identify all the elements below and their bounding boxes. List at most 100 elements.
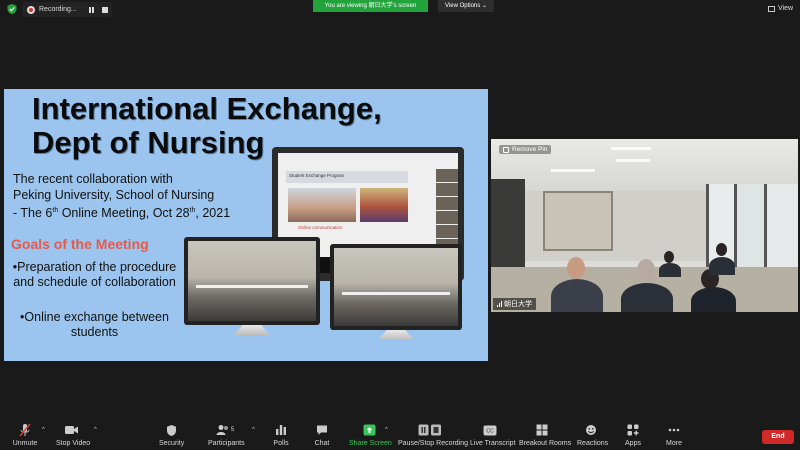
participants-icon: 5 bbox=[208, 423, 242, 437]
participant-head bbox=[567, 257, 585, 279]
meeting-room-photo-right bbox=[334, 248, 458, 326]
signal-bars-icon bbox=[497, 301, 502, 307]
monitor-stand bbox=[378, 330, 414, 340]
participant-name-tag: 朝日大学 bbox=[493, 298, 536, 310]
share-screen-label: Share Screen bbox=[349, 440, 392, 447]
security-label: Security bbox=[159, 440, 185, 447]
goals-heading: Goals of the Meeting bbox=[11, 236, 149, 252]
stop-recording-icon[interactable] bbox=[101, 6, 108, 13]
recording-indicator: Recording... bbox=[22, 2, 112, 17]
participants-label: Participants bbox=[208, 440, 245, 447]
group-photo-2 bbox=[360, 188, 408, 222]
share-screen-icon bbox=[349, 423, 389, 437]
goal-bullet-1: •Preparation of the procedure and schedu… bbox=[12, 260, 177, 289]
breakout-rooms-label: Breakout Rooms bbox=[519, 440, 572, 447]
sub-pre: - The 6 bbox=[13, 206, 53, 221]
view-button-label: View bbox=[778, 5, 794, 12]
remove-pin-button[interactable]: Remove Pin bbox=[499, 145, 552, 154]
participants-button[interactable]: 5 Participants bbox=[208, 423, 245, 447]
pause-stop-icon bbox=[398, 423, 462, 437]
ceiling-light bbox=[616, 159, 650, 162]
participant-head bbox=[716, 243, 727, 256]
more-label: More bbox=[666, 440, 682, 447]
goal-bullet-2: •Online exchange between students bbox=[20, 310, 169, 339]
shared-screen-slide: International Exchange, Dept of Nursing … bbox=[4, 89, 488, 361]
live-transcript-label: Live Transcript bbox=[470, 440, 516, 447]
shield-icon[interactable] bbox=[6, 3, 18, 15]
participant-person bbox=[551, 279, 603, 312]
video-camera-icon bbox=[56, 423, 88, 437]
participant-person bbox=[709, 257, 735, 275]
pause-stop-recording-button[interactable]: Pause/Stop Recording bbox=[398, 423, 469, 447]
microphone-muted-icon bbox=[12, 423, 38, 437]
group-photo-1 bbox=[288, 188, 356, 222]
view-options-button[interactable]: View Options ⌄ bbox=[438, 0, 494, 12]
more-dots-icon bbox=[664, 423, 684, 437]
pin-icon bbox=[503, 146, 509, 153]
monitor-stand bbox=[234, 325, 270, 335]
video-door bbox=[543, 191, 613, 251]
share-screen-button[interactable]: Share Screen bbox=[349, 423, 392, 447]
slide-subtitle: The recent collaboration with Peking Uni… bbox=[13, 171, 230, 221]
view-button[interactable]: View bbox=[768, 5, 793, 12]
participant-video-tile[interactable]: Remove Pin 朝日大学 bbox=[491, 139, 798, 312]
ceiling-light bbox=[611, 147, 651, 150]
slide-image-monitor-left bbox=[184, 237, 320, 335]
remove-pin-label: Remove Pin bbox=[512, 146, 548, 153]
polls-button[interactable]: Polls bbox=[272, 423, 290, 447]
end-meeting-button[interactable]: End bbox=[762, 430, 794, 444]
smiley-icon bbox=[577, 423, 605, 437]
chat-icon bbox=[313, 423, 331, 437]
sub-end: , 2021 bbox=[195, 206, 231, 221]
unmute-label: Unmute bbox=[12, 440, 38, 447]
meeting-toolbar: Unmute ^ Stop Video ^ Security 5 Partici… bbox=[0, 420, 800, 450]
participant-name: 朝日大学 bbox=[504, 301, 532, 308]
apps-icon bbox=[624, 423, 642, 437]
audio-options-caret[interactable]: ^ bbox=[42, 427, 45, 433]
video-options-caret[interactable]: ^ bbox=[94, 427, 97, 433]
chat-button[interactable]: Chat bbox=[313, 423, 331, 447]
meeting-room-photo-left bbox=[188, 241, 316, 321]
captions-icon: CC bbox=[470, 423, 510, 437]
unmute-button[interactable]: Unmute bbox=[12, 423, 38, 447]
security-button[interactable]: Security bbox=[159, 423, 185, 447]
participant-head bbox=[664, 251, 674, 263]
slide-image-monitor-right bbox=[330, 244, 462, 340]
sub-post: Online Meeting, Oct 28 bbox=[58, 206, 190, 221]
chat-label: Chat bbox=[314, 440, 330, 447]
participants-caret[interactable]: ^ bbox=[252, 427, 255, 433]
ceiling-light bbox=[551, 169, 595, 172]
more-button[interactable]: More bbox=[664, 423, 684, 447]
apps-button[interactable]: Apps bbox=[624, 423, 642, 447]
top-bar: Recording... You are viewing 朝日大学's scre… bbox=[0, 0, 800, 18]
slide-subtitle-line2: Peking University, School of Nursing bbox=[13, 188, 215, 202]
participant-person bbox=[659, 263, 681, 277]
participant-person bbox=[691, 287, 736, 312]
grid-icon bbox=[768, 5, 775, 12]
slide-subtitle-line3: - The 6th Online Meeting, Oct 28th, 2021 bbox=[13, 203, 230, 221]
polls-icon bbox=[272, 423, 290, 437]
slide-subtitle-line1: The recent collaboration with bbox=[13, 172, 173, 186]
polls-label: Polls bbox=[273, 440, 289, 447]
participants-count: 5 bbox=[230, 427, 235, 433]
shield-icon bbox=[159, 423, 183, 437]
slide-title-line1: International Exchange, bbox=[32, 91, 382, 126]
breakout-rooms-button[interactable]: Breakout Rooms bbox=[519, 423, 572, 447]
record-icon bbox=[27, 5, 35, 14]
stop-video-label: Stop Video bbox=[56, 440, 91, 447]
monitor-header-text: Student Exchange Program bbox=[286, 171, 408, 183]
share-options-caret[interactable]: ^ bbox=[385, 427, 388, 433]
viewing-screen-banner: You are viewing 朝日大学's screen bbox=[313, 0, 428, 12]
svg-text:CC: CC bbox=[486, 428, 494, 434]
apps-label: Apps bbox=[625, 440, 641, 447]
stop-video-button[interactable]: Stop Video bbox=[56, 423, 91, 447]
participant-head bbox=[637, 259, 655, 281]
reactions-label: Reactions bbox=[577, 440, 609, 447]
pause-stop-recording-label: Pause/Stop Recording bbox=[398, 440, 469, 447]
live-transcript-button[interactable]: CC Live Transcript bbox=[470, 423, 516, 447]
reactions-button[interactable]: Reactions bbox=[577, 423, 609, 447]
participant-person bbox=[621, 283, 673, 312]
pause-recording-icon[interactable] bbox=[88, 6, 94, 13]
breakout-rooms-icon bbox=[519, 423, 565, 437]
monitor-caption: Online communication bbox=[298, 225, 343, 230]
